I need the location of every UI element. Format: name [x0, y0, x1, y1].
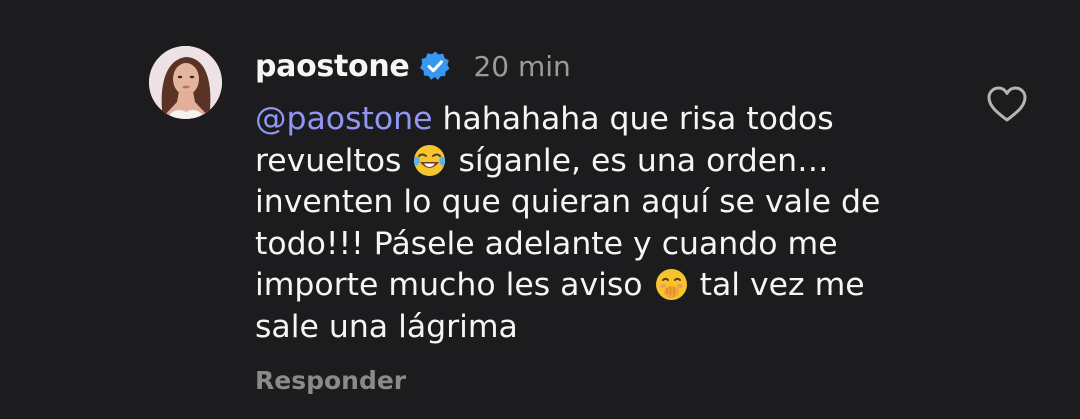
comment-text-segment: síganle, es una orden…	[458, 142, 829, 179]
comment-line: todo!!! Pásele adelante y cuando me	[255, 224, 955, 266]
timestamp: 20 min	[473, 49, 571, 83]
comment-header: paostone 20 min	[255, 44, 571, 88]
mention-link[interactable]: @paostone	[255, 101, 432, 137]
comment-text-segment: hahahaha que risa todos	[442, 101, 834, 137]
comment-line: revueltos síganle, es una orden…	[255, 141, 955, 183]
like-button[interactable]	[985, 84, 1029, 124]
heart-outline-icon	[987, 86, 1027, 122]
comment-text-segment: todo!!! Pásele adelante y cuando me	[255, 225, 838, 262]
verified-badge-icon	[419, 50, 451, 82]
comment: paostone 20 min @paostone hahahaha que r…	[0, 0, 1080, 419]
comment-line: importe mucho les aviso tal vez me	[255, 265, 955, 307]
comment-line: @paostone hahahaha que risa todos	[255, 99, 955, 141]
comment-text-segment: tal vez me	[699, 267, 865, 303]
face-with-hand-over-mouth-emoji	[655, 268, 688, 301]
avatar-photo-icon	[149, 46, 222, 119]
comment-text-segment: sale una lágrima	[255, 308, 518, 345]
face-with-tears-of-joy-emoji	[413, 144, 446, 177]
comment-line: inventen lo que quieran aquí se vale de	[255, 182, 955, 224]
comment-text-segment: revueltos	[255, 142, 402, 179]
username[interactable]: paostone	[255, 49, 410, 84]
comment-line: sale una lágrima	[255, 307, 955, 349]
comment-text: @paostone hahahaha que risa todos revuel…	[255, 99, 955, 348]
comment-text-segment: importe mucho les aviso	[255, 267, 643, 303]
reply-button[interactable]: Responder	[255, 366, 406, 395]
comment-text-segment: inventen lo que quieran aquí se vale de	[255, 184, 881, 220]
avatar[interactable]	[149, 46, 222, 119]
